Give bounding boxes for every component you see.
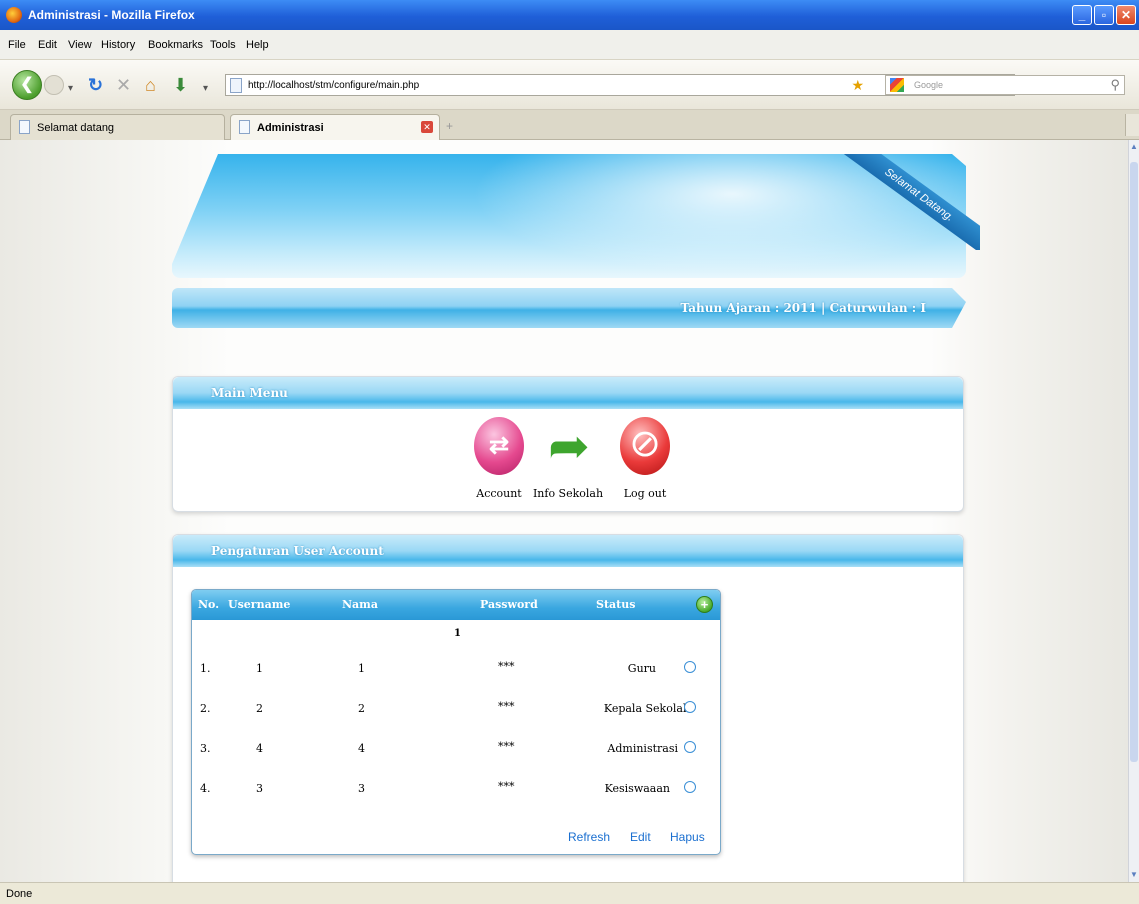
menu-view[interactable]: View: [68, 39, 92, 51]
table-header: No. Username Nama Password Status +: [192, 590, 720, 620]
page-content: Selamat Datang. Tahun Ajaran : 2011 | Ca…: [0, 140, 1128, 882]
row-select-radio[interactable]: [684, 701, 696, 713]
row-no: 3.: [200, 742, 211, 755]
tab-bar: Selamat datang Administrasi ✕ +: [0, 110, 1139, 140]
main-menu-panel: Main Menu Account Info Sekolah Log out: [172, 376, 964, 512]
window-title-bar: Administrasi - Mozilla Firefox _ ▫ ✕: [0, 0, 1139, 30]
tab-selamat-datang[interactable]: Selamat datang: [10, 114, 225, 140]
user-account-table: No. Username Nama Password Status + 1 1.…: [191, 589, 721, 855]
new-tab-icon[interactable]: +: [446, 119, 453, 133]
main-menu-header: Main Menu: [173, 377, 963, 409]
search-placeholder[interactable]: Google: [914, 80, 943, 90]
scroll-up-icon[interactable]: ▲: [1129, 142, 1139, 152]
menu-help[interactable]: Help: [246, 39, 269, 51]
menu-file[interactable]: File: [8, 39, 26, 51]
account-icon[interactable]: [474, 417, 524, 475]
bookmark-star-icon[interactable]: ★: [851, 77, 864, 94]
column-username: Username: [228, 598, 291, 611]
row-select-radio[interactable]: [684, 661, 696, 673]
maximize-button[interactable]: ▫: [1094, 5, 1114, 25]
menu-tools[interactable]: Tools: [210, 39, 236, 51]
url-text[interactable]: http://localhost/stm/configure/main.php: [248, 80, 419, 91]
window-title: Administrasi - Mozilla Firefox: [28, 8, 195, 22]
welcome-ribbon: Selamat Datang.: [830, 154, 980, 250]
row-password: ***: [498, 660, 515, 673]
row-username: 4: [256, 742, 263, 755]
row-nama: 2: [358, 702, 365, 715]
menu-bookmarks[interactable]: Bookmarks: [148, 39, 203, 51]
row-status: Administrasi: [607, 742, 678, 755]
home-icon[interactable]: ⌂: [145, 76, 156, 94]
edit-link[interactable]: Edit: [630, 830, 651, 844]
column-nama: Nama: [342, 598, 378, 611]
back-button[interactable]: ❮: [12, 70, 42, 100]
reload-icon[interactable]: ↻: [88, 76, 103, 94]
academic-year-text: Tahun Ajaran : 2011 | Caturwulan : I: [680, 301, 927, 315]
status-bar: Done: [0, 882, 1139, 904]
row-nama: 3: [358, 782, 365, 795]
menu-bar: File Edit View History Bookmarks Tools H…: [0, 30, 1139, 60]
row-username: 1: [256, 662, 263, 675]
column-no: No.: [198, 598, 220, 611]
forward-button[interactable]: [44, 75, 64, 95]
row-status: Kesiswaaan: [604, 782, 670, 795]
tab-label: Administrasi: [257, 122, 324, 134]
row-select-radio[interactable]: [684, 741, 696, 753]
main-menu-title: Main Menu: [211, 386, 288, 400]
user-account-header: Pengaturan User Account: [173, 535, 963, 567]
vertical-scrollbar[interactable]: ▲ ▼: [1128, 140, 1139, 882]
menu-edit[interactable]: Edit: [38, 39, 57, 51]
page-icon: [19, 120, 30, 134]
status-text: Done: [6, 888, 33, 900]
navigation-toolbar: ❮ ▾ ↻ ✕ ⌂ ⬇ ▾ http://localhost/stm/confi…: [0, 60, 1139, 110]
history-dropdown-icon[interactable]: ▾: [68, 80, 73, 98]
row-password: ***: [498, 740, 515, 753]
add-user-icon[interactable]: +: [696, 596, 713, 613]
logout-label[interactable]: Log out: [605, 487, 685, 500]
row-select-radio[interactable]: [684, 781, 696, 793]
row-nama: 1: [358, 662, 365, 675]
arrow-right-icon[interactable]: [539, 417, 599, 475]
row-username: 3: [256, 782, 263, 795]
search-icon[interactable]: ⚲: [1110, 77, 1120, 93]
download-icon[interactable]: ⬇: [173, 76, 188, 94]
row-username: 2: [256, 702, 263, 715]
user-account-title: Pengaturan User Account: [211, 544, 384, 558]
tab-label: Selamat datang: [37, 122, 115, 134]
firefox-logo-icon: [6, 7, 22, 23]
row-no: 4.: [200, 782, 211, 795]
account-label[interactable]: Account: [459, 487, 539, 500]
scroll-down-icon[interactable]: ▼: [1129, 870, 1139, 880]
user-account-panel: Pengaturan User Account No. Username Nam…: [172, 534, 964, 882]
page-icon: [239, 120, 250, 134]
toolbar-dropdown-icon[interactable]: ▾: [203, 80, 208, 98]
row-password: ***: [498, 700, 515, 713]
no-entry-icon[interactable]: [620, 417, 670, 475]
column-status: Status: [596, 598, 636, 611]
tab-administrasi[interactable]: Administrasi ✕: [230, 114, 440, 140]
page-icon: [230, 78, 242, 93]
search-box[interactable]: Google ⚲: [885, 75, 1125, 95]
google-icon[interactable]: [890, 78, 904, 92]
row-status: Guru: [627, 662, 656, 675]
row-no: 2.: [200, 702, 211, 715]
row-no: 1.: [200, 662, 211, 675]
page-number[interactable]: 1: [454, 628, 461, 639]
welcome-ribbon-text: Selamat Datang.: [835, 154, 980, 250]
close-button[interactable]: ✕: [1116, 5, 1136, 25]
hapus-link[interactable]: Hapus: [670, 830, 705, 844]
refresh-link[interactable]: Refresh: [568, 830, 610, 844]
row-nama: 4: [358, 742, 365, 755]
row-password: ***: [498, 780, 515, 793]
close-tab-icon[interactable]: ✕: [421, 121, 433, 133]
column-password: Password: [480, 598, 538, 611]
academic-year-bar: Tahun Ajaran : 2011 | Caturwulan : I: [172, 288, 966, 328]
row-status: Kepala Sekolah: [603, 702, 690, 715]
stop-icon[interactable]: ✕: [116, 76, 131, 94]
minimize-button[interactable]: _: [1072, 5, 1092, 25]
menu-history[interactable]: History: [101, 39, 135, 51]
info-sekolah-label[interactable]: Info Sekolah: [528, 487, 608, 500]
tab-scroll-button[interactable]: [1125, 114, 1139, 136]
scroll-thumb[interactable]: [1130, 162, 1138, 762]
